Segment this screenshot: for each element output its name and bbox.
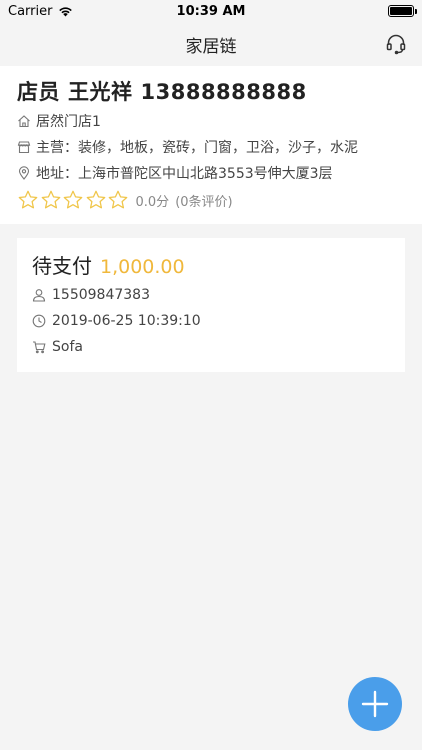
carrier-label: Carrier [8,3,53,19]
staff-name: 王光祥 [68,80,133,104]
rating-score: 0.0分 [135,194,170,210]
order-status: 待支付 [32,254,92,278]
business-scope-row: 主营：装修，地板，瓷砖，门窗，卫浴，沙子，水泥 [17,134,405,160]
customer-service-button[interactable] [382,30,410,58]
staff-phone: 13888888888 [140,80,307,104]
business-scope: 主营：装修，地板，瓷砖，门窗，卫浴，沙子，水泥 [36,140,358,156]
home-icon [17,114,31,128]
cart-icon [32,340,46,354]
status-bar: Carrier 10:39 AM [0,0,422,22]
user-icon [32,288,46,302]
order-amount: 1,000.00 [100,256,185,278]
wifi-icon [59,6,73,16]
store-info-card: 店员 王光祥 13888888888 居然门店1 主营：装修，地板，瓷砖，门窗，… [0,66,422,224]
rating-row: 0.0分 (0条评价) [17,186,405,214]
customer-phone: 15509847383 [52,287,150,303]
store-staff-title: 店员 王光祥 13888888888 [17,76,405,108]
order-card[interactable]: 待支付 1,000.00 15509847383 2019-06-25 10:3… [17,238,405,372]
order-header: 待支付 1,000.00 [32,250,390,282]
store-address: 地址：上海市普陀区中山北路3553号伸大厦3层 [36,166,333,182]
star-icon [41,190,60,209]
location-pin-icon [17,166,31,180]
star-icon [108,190,128,209]
star-icon [63,190,83,209]
order-time-row: 2019-06-25 10:39:10 [32,308,390,334]
order-datetime: 2019-06-25 10:39:10 [52,313,201,329]
headset-icon [386,34,406,55]
battery-icon [388,5,417,17]
star-icon [18,190,38,209]
shop-name-row: 居然门店1 [17,108,405,134]
rating-count: (0条评价) [175,194,233,210]
product-name: Sofa [52,339,83,355]
clock-icon [32,314,46,328]
star-icon [86,190,105,209]
store-icon [17,140,31,154]
shop-name: 居然门店1 [36,114,101,130]
product-row: Sofa [32,334,390,360]
carrier-group: Carrier [8,4,73,19]
page-title: 家居链 [185,36,237,57]
navigation-bar: 家居链 [0,22,422,66]
customer-phone-row: 15509847383 [32,282,390,308]
staff-role: 店员 [17,80,60,104]
add-button[interactable] [348,677,402,731]
plus-icon [361,690,389,718]
address-row: 地址：上海市普陀区中山北路3553号伸大厦3层 [17,160,405,186]
